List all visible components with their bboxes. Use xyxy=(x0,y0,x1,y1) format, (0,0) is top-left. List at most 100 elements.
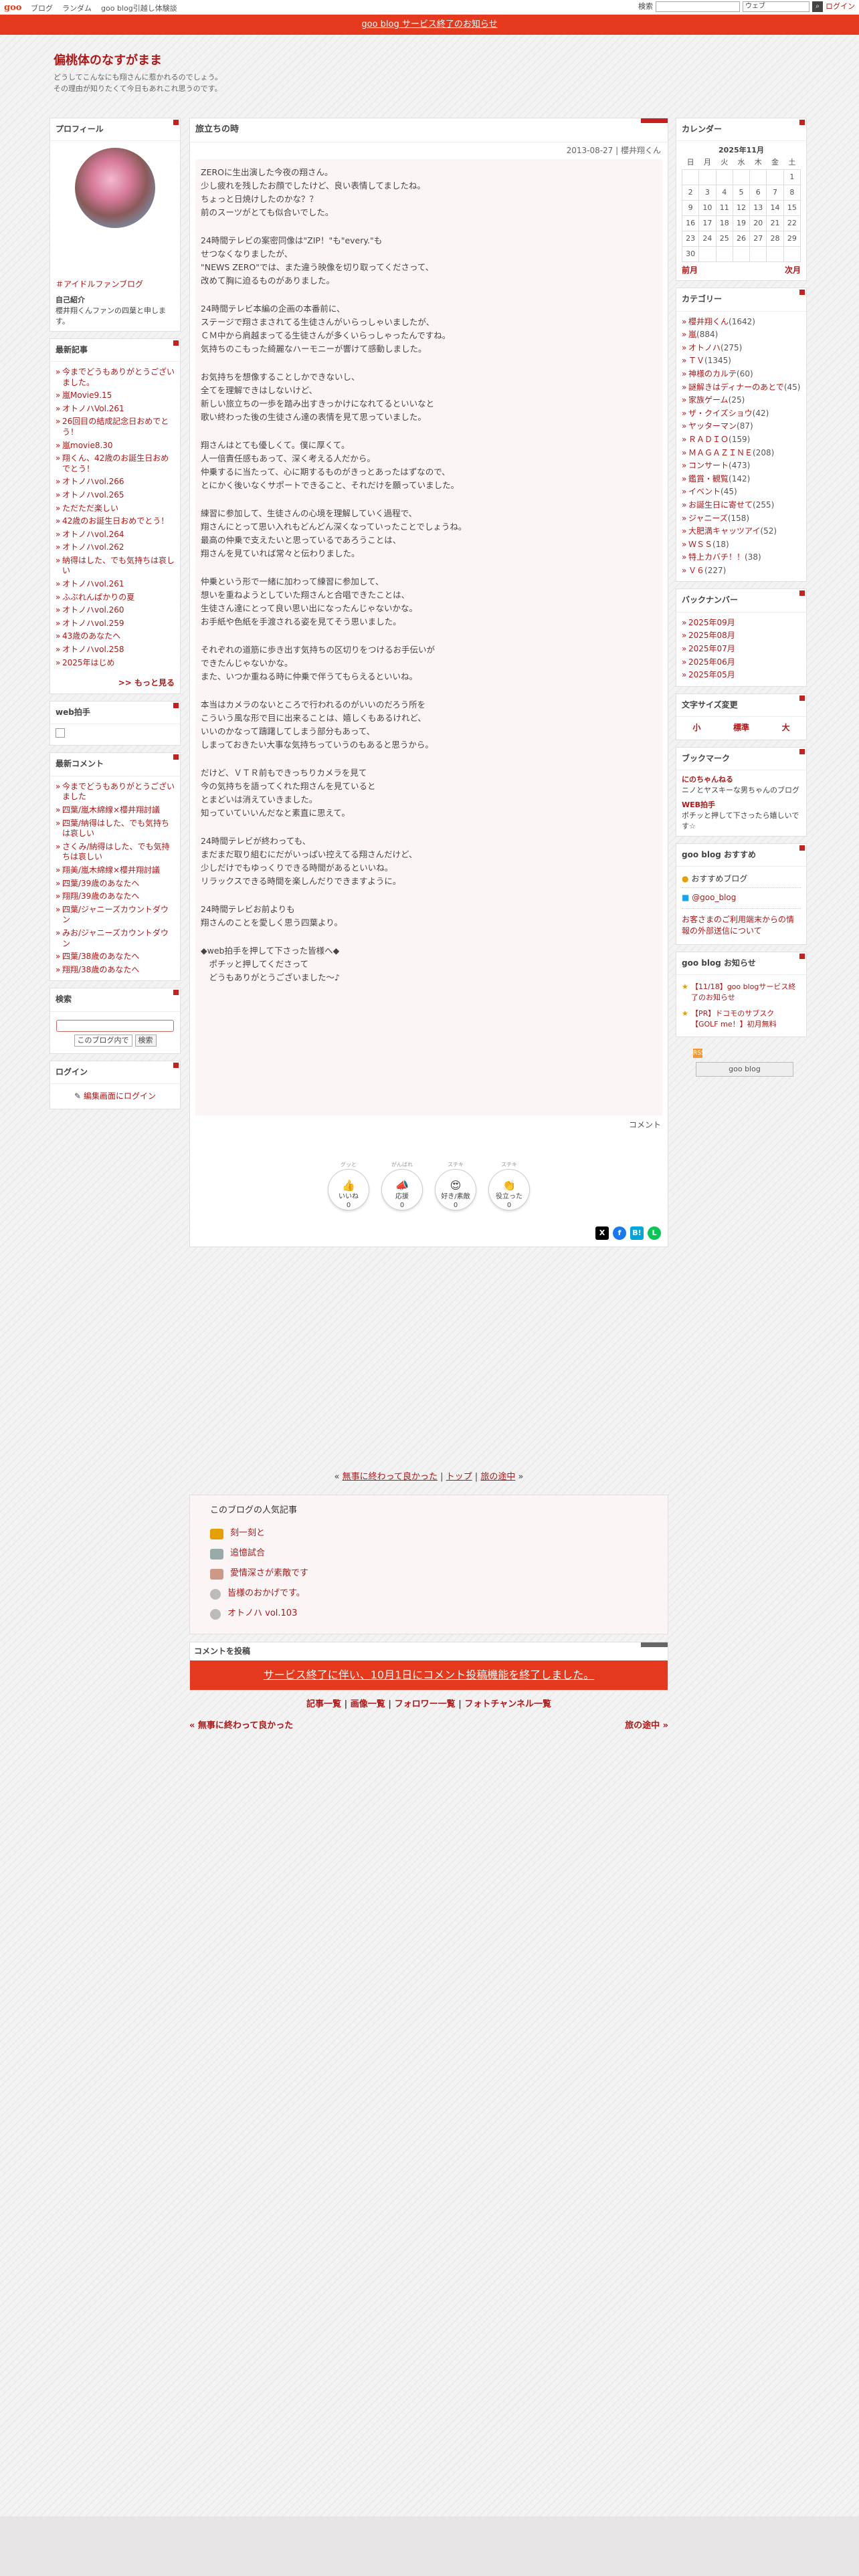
rss-icon[interactable]: RSS xyxy=(693,1048,705,1058)
next-post-link[interactable]: 旅の途中 » xyxy=(625,1720,668,1733)
category-link[interactable]: 櫻井翔くん xyxy=(688,317,729,326)
hatena-share-icon[interactable]: B! xyxy=(630,1226,644,1240)
backnumber-item-link[interactable]: 2025年05月 xyxy=(688,670,735,679)
comment-item-link[interactable]: 四葉/納得はした、でも気持ちは哀しい xyxy=(62,819,169,839)
recent-post-item-link[interactable]: オトノハvol.264 xyxy=(62,530,124,539)
category-link[interactable]: ＴＶ xyxy=(688,356,704,365)
blog-search-input[interactable] xyxy=(56,1019,174,1032)
recent-post-item-link[interactable]: オトノハvol.258 xyxy=(62,645,124,654)
recent-post-item-link[interactable]: オトノハvol.261 xyxy=(62,579,124,588)
recent-post-item-link[interactable]: 2025年はじめ xyxy=(62,658,115,667)
popular-link[interactable]: オトノハ vol.103 xyxy=(227,1608,297,1620)
backnumber-item-link[interactable]: 2025年06月 xyxy=(688,657,735,667)
blog-title[interactable]: 偏桃体のなすがまま xyxy=(54,52,162,70)
recent-post-item-link[interactable]: ただただ楽しい xyxy=(62,504,118,513)
pager-next-link[interactable]: 旅の途中 xyxy=(480,1472,515,1482)
recent-post-item-link[interactable]: ふぶれんぱかりの夏 xyxy=(62,593,134,602)
backnumber-item-link[interactable]: 2025年09月 xyxy=(688,618,735,627)
category-link[interactable]: イベント xyxy=(688,487,721,496)
recent-post-item-link[interactable]: オトノハvol.265 xyxy=(62,490,124,500)
category-link[interactable]: Ｖ６ xyxy=(688,566,704,575)
category-link[interactable]: ＲＡＤＩＯ xyxy=(688,435,729,444)
category-link[interactable]: 謎解きはディナーのあとで xyxy=(688,383,784,392)
service-end-link[interactable]: goo blog サービス終了のお知らせ xyxy=(361,19,497,29)
category-link[interactable]: オトノハ xyxy=(688,343,721,352)
popular-link[interactable]: 追憶試合 xyxy=(230,1547,265,1560)
footer-link-followers[interactable]: フォロワー一覧 xyxy=(395,1699,456,1709)
announce-link[interactable]: 【PR】ドコモのサブスク【GOLF me！】初月無料 xyxy=(691,1009,777,1029)
comment-link[interactable]: コメント xyxy=(629,1120,661,1130)
category-link[interactable]: ザ・クイズショウ xyxy=(688,409,753,418)
pager-prev-link[interactable]: 無事に終わって良かった xyxy=(343,1472,438,1482)
edit-login-link[interactable]: 編集画面にログイン xyxy=(84,1091,156,1101)
line-share-icon[interactable]: L xyxy=(648,1226,661,1240)
comment-closed-link[interactable]: サービス終了に伴い、10月1日にコメント投稿機能を終了しました。 xyxy=(264,1669,595,1681)
footer-link-posts[interactable]: 記事一覧 xyxy=(306,1699,341,1709)
comment-item-link[interactable]: さくみ/納得はした、でも気持ちは哀しい xyxy=(62,842,170,862)
category-link[interactable]: 神様のカルテ xyxy=(688,369,737,379)
article-title[interactable]: 旅立ちの時 xyxy=(190,118,668,142)
twitter-link[interactable]: @goo_blog xyxy=(692,893,736,902)
goo-blog-badge[interactable]: goo blog xyxy=(696,1062,793,1077)
comment-item-link[interactable]: 翔翔/39歳のあなたへ xyxy=(62,891,139,901)
recent-post-item-link[interactable]: 42歳のお誕生日おめでとう！ xyxy=(62,516,169,526)
search-scope-select[interactable]: ウェブ xyxy=(743,1,809,12)
search-scope[interactable]: このブログ内で xyxy=(74,1034,132,1047)
recent-post-item-link[interactable]: オトノハvol.260 xyxy=(62,605,124,615)
category-link[interactable]: ＭＡＧＡＺＩＮＥ xyxy=(688,448,753,457)
backnumber-item-link[interactable]: 2025年08月 xyxy=(688,631,735,640)
recent-post-item-link[interactable]: オトノハvol.266 xyxy=(62,477,124,486)
backnumber-item-link[interactable]: 2025年07月 xyxy=(688,644,735,653)
popular-link[interactable]: 刻一刻と xyxy=(230,1527,265,1540)
top-search-input[interactable] xyxy=(656,1,740,12)
calendar-next[interactable]: 次月 xyxy=(785,265,801,276)
category-link[interactable]: お誕生日に寄せて xyxy=(688,500,753,510)
comment-item-link[interactable]: 四葉/39歳のあなたへ xyxy=(62,879,139,888)
category-link[interactable]: ヤッターマン xyxy=(688,421,737,431)
profile-tag-link[interactable]: ＃アイドルファンブログ xyxy=(56,280,143,289)
recent-post-item-link[interactable]: 26回目の結成記念日おめでとう！ xyxy=(62,417,169,437)
recent-post-item-link[interactable]: 納得はした、でも気持ちは哀しい xyxy=(62,556,175,576)
recent-post-item-link[interactable]: オトノハvol.259 xyxy=(62,619,124,628)
recent-post-item-link[interactable]: 翔くん、42歳のお誕生日おめでとう！ xyxy=(62,453,169,473)
announce-link[interactable]: 【11/18】goo blogサービス終了のお知らせ xyxy=(691,982,795,1002)
prev-post-link[interactable]: « 無事に終わって良かった xyxy=(189,1720,293,1733)
font-large[interactable]: 大 xyxy=(782,722,790,734)
footer-link-photos[interactable]: フォトチャンネル一覧 xyxy=(464,1699,551,1709)
category-link[interactable]: ジャニーズ xyxy=(688,514,728,523)
recent-post-item-link[interactable]: 嵐Movie9.15 xyxy=(62,391,112,400)
top-nav-blog[interactable]: ブログ xyxy=(31,3,53,14)
bookmark-link[interactable]: WEB拍手 xyxy=(682,800,715,809)
more-posts-link[interactable]: >> もっと見る xyxy=(118,678,175,687)
login-link[interactable]: ログイン xyxy=(826,1,855,12)
external-send-link[interactable]: お客さまのご利用端末からの情報の外部送信について xyxy=(682,909,801,940)
category-link[interactable]: 特上カバチ！！ xyxy=(688,552,745,562)
recommend-link[interactable]: おすすめブログ xyxy=(691,874,747,883)
font-small[interactable]: 小 xyxy=(692,722,700,734)
facebook-share-icon[interactable]: f xyxy=(613,1226,626,1240)
search-button[interactable]: 検索 xyxy=(134,1034,157,1047)
comment-item-link[interactable]: 四葉/38歳のあなたへ xyxy=(62,952,139,961)
comment-item-link[interactable]: 四葉/ジャニーズカウントダウン xyxy=(62,905,169,925)
comment-item-link[interactable]: 翔翔/38歳のあなたへ xyxy=(62,965,139,974)
reaction-button[interactable]: がんばれ 📣 応援 0 xyxy=(381,1162,423,1210)
comment-item-link[interactable]: 四葉/嵐木綿線×櫻井翔討議 xyxy=(62,805,160,815)
comment-item-link[interactable]: 翔美/嵐木綿線×櫻井翔討議 xyxy=(62,865,160,875)
category-link[interactable]: コンサート xyxy=(688,461,729,470)
x-share-icon[interactable]: X xyxy=(595,1226,609,1240)
search-icon[interactable]: ⌕ xyxy=(812,1,823,12)
category-link[interactable]: 家族ゲーム xyxy=(688,395,729,405)
category-link[interactable]: 大肥満キャッツアイ xyxy=(688,526,760,536)
pager-top-link[interactable]: トップ xyxy=(446,1472,472,1482)
reaction-button[interactable]: グッと 👍 いいね 0 xyxy=(328,1162,369,1210)
top-nav-moving[interactable]: goo blog引越し体験談 xyxy=(101,3,177,14)
footer-link-images[interactable]: 画像一覧 xyxy=(351,1699,385,1709)
broken-image-icon[interactable] xyxy=(56,728,65,738)
calendar-prev[interactable]: 前月 xyxy=(682,265,698,276)
category-link[interactable]: 鑑賞・観覧 xyxy=(688,474,729,484)
goo-logo[interactable]: goo xyxy=(4,2,21,15)
recent-post-item-link[interactable]: 今までどうもありがとうございました。 xyxy=(62,367,175,387)
recent-post-item-link[interactable]: オトノハVol.261 xyxy=(62,404,124,413)
bookmark-link[interactable]: にのちゃんねる xyxy=(682,775,733,784)
comment-item-link[interactable]: みお/ジャニーズカウントダウン xyxy=(62,928,169,948)
